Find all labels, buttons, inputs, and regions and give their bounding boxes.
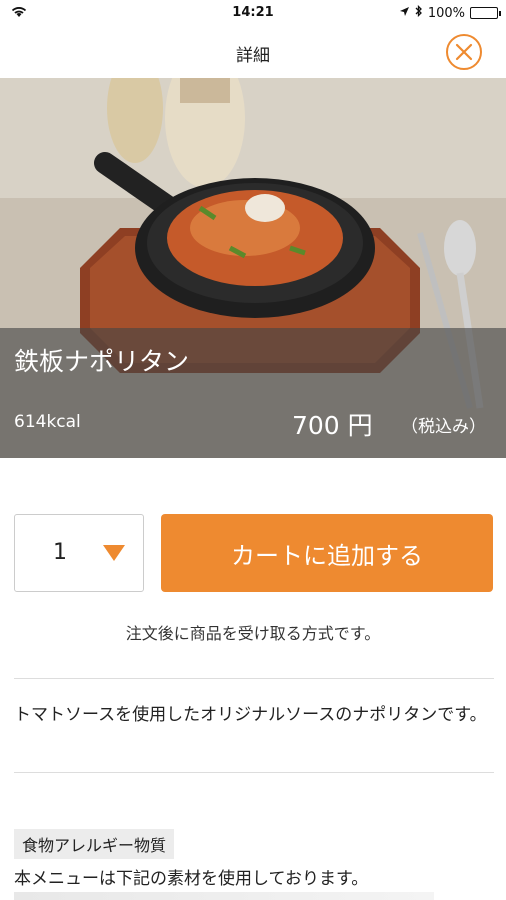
location-icon xyxy=(399,6,410,21)
close-icon xyxy=(455,43,473,61)
price: 700 円 xyxy=(292,411,373,440)
allergen-heading: 食物アレルギー物質 xyxy=(14,829,175,859)
dropdown-arrow-icon xyxy=(103,545,125,565)
nav-bar: 詳細 xyxy=(0,26,506,78)
dish-name: 鉄板ナポリタン xyxy=(14,347,190,376)
add-to-cart-button[interactable]: カートに追加する xyxy=(161,514,493,592)
product-image: 鉄板ナポリタン 614kcal 700 円 （税込み） xyxy=(0,78,506,458)
page-title: 詳細 xyxy=(236,46,270,66)
status-bar: 14:21 100% xyxy=(0,0,506,26)
order-note: 注文後に商品を受け取る方式です。 xyxy=(125,624,381,643)
divider xyxy=(14,678,494,679)
faded-text-line xyxy=(14,892,434,900)
battery-icon xyxy=(470,7,501,19)
product-info-overlay: 鉄板ナポリタン 614kcal 700 円 （税込み） xyxy=(0,328,506,458)
calories: 614kcal xyxy=(14,412,81,432)
quantity-select[interactable]: 1 xyxy=(14,514,144,592)
allergen-text: 本メニューは下記の素材を使用しております。 xyxy=(14,869,369,889)
tax-note: （税込み） xyxy=(401,417,486,437)
description: トマトソースを使用したオリジナルソースのナポリタンです。 xyxy=(14,705,487,725)
quantity-value: 1 xyxy=(53,540,67,565)
battery-percent: 100% xyxy=(427,5,465,21)
close-button[interactable] xyxy=(446,34,482,70)
divider xyxy=(14,772,494,773)
bluetooth-icon xyxy=(415,4,423,21)
